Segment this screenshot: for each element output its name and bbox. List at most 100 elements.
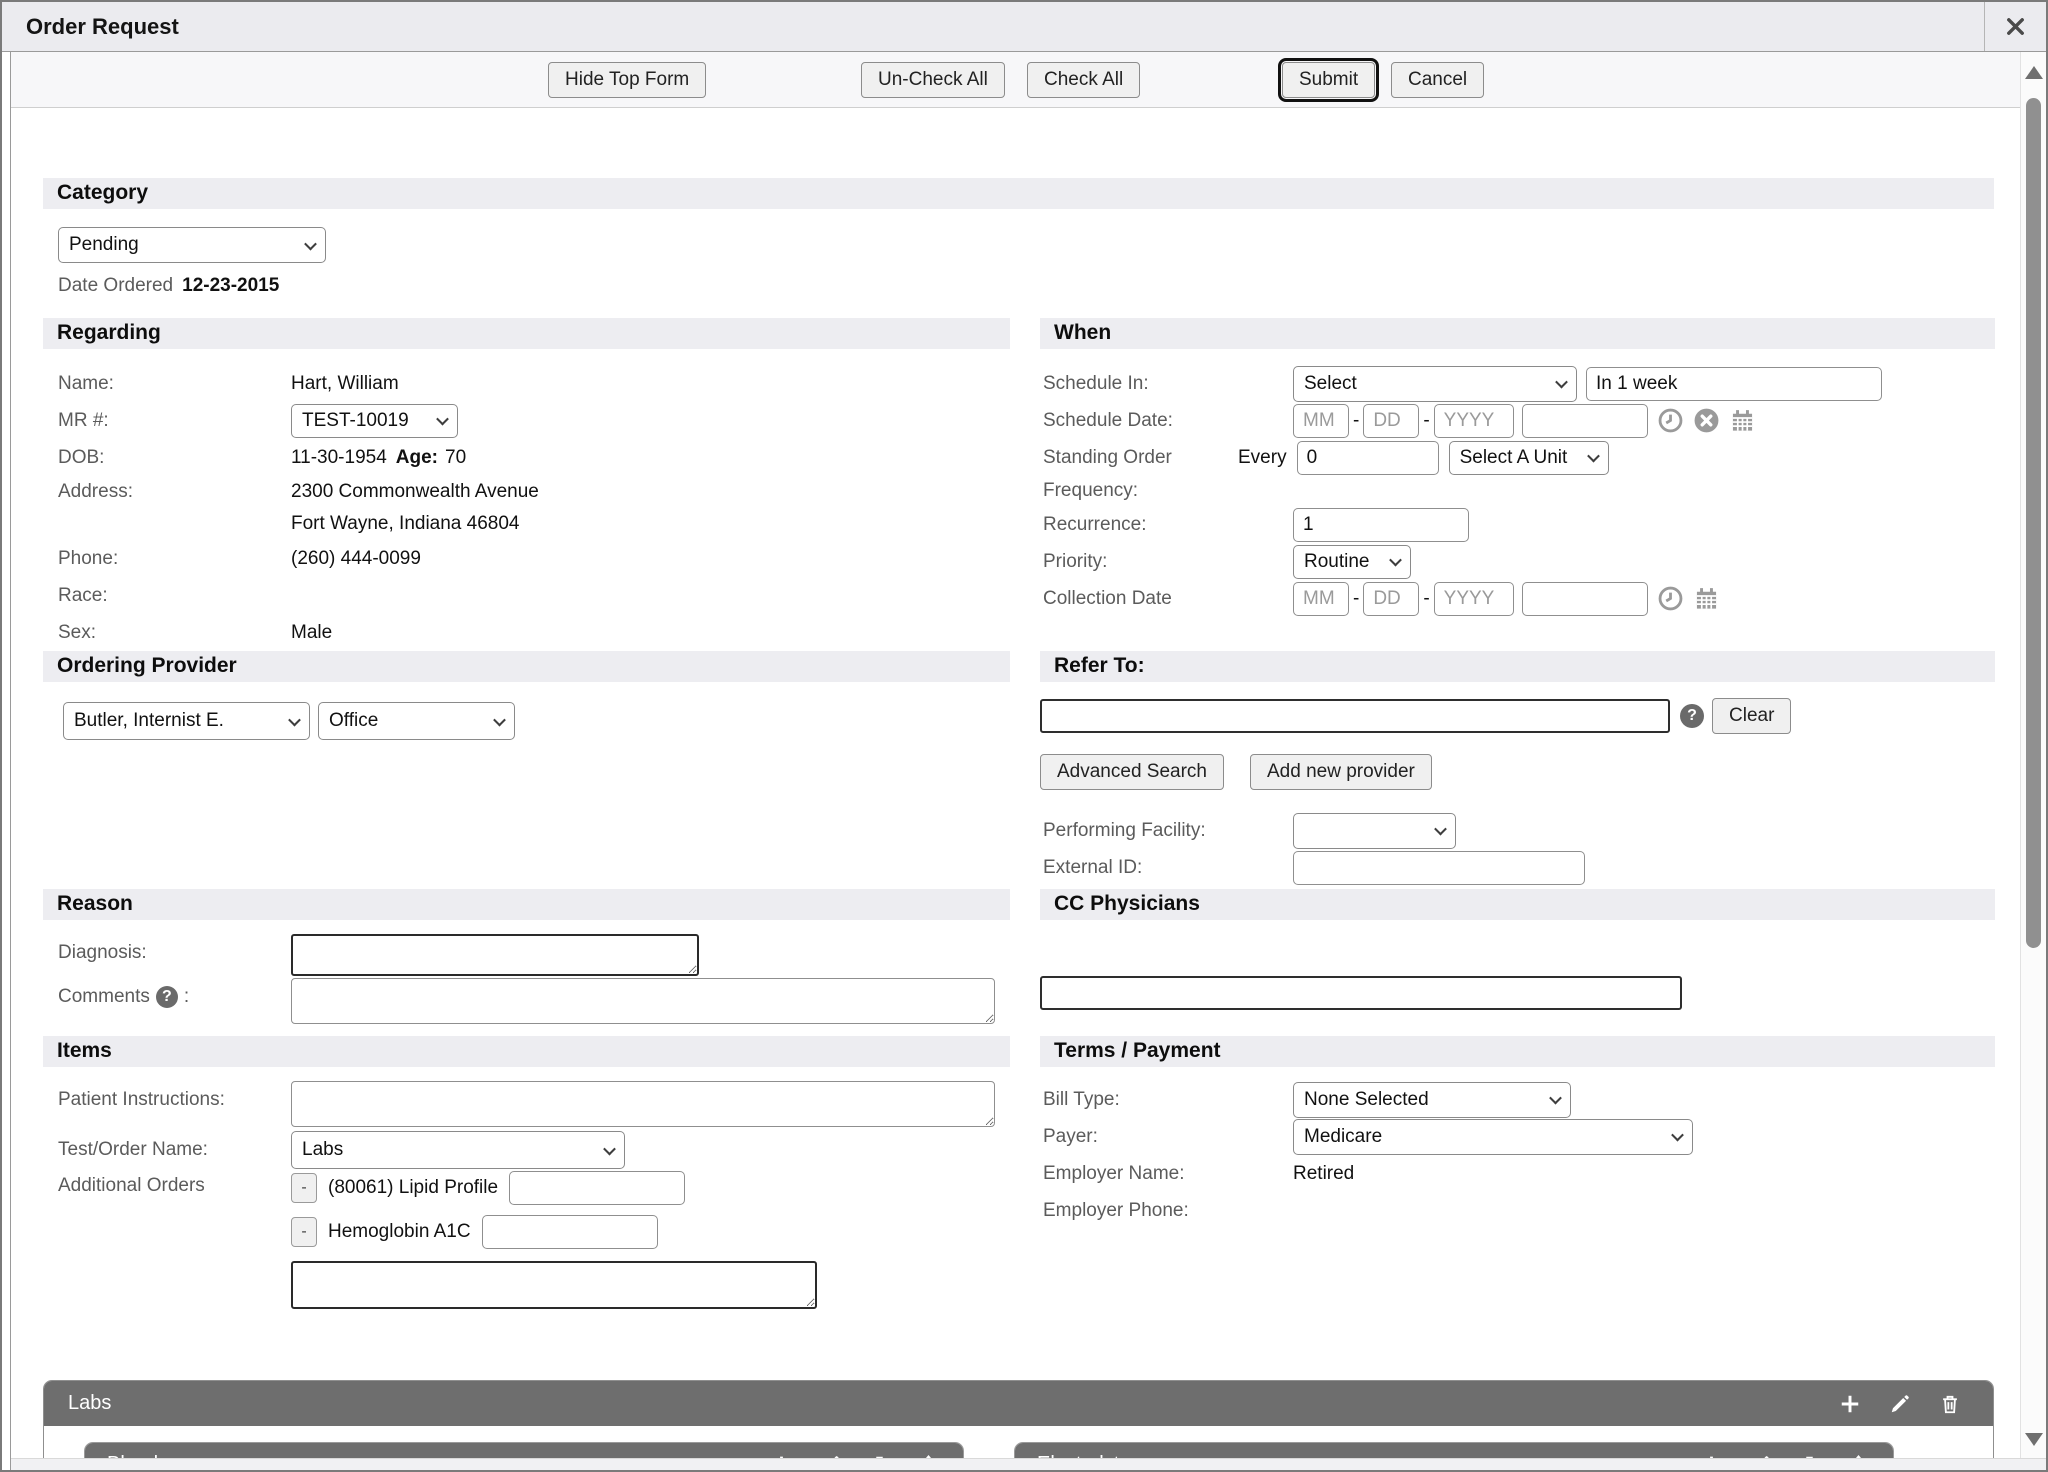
order-item-input[interactable] bbox=[482, 1215, 658, 1249]
collection-date-yyyy-input[interactable] bbox=[1434, 582, 1514, 616]
check-all-button[interactable]: Check All bbox=[1027, 62, 1140, 98]
chevron-down-icon bbox=[603, 1142, 616, 1155]
collection-time-button[interactable] bbox=[1657, 585, 1684, 612]
question-mark-icon: ? bbox=[162, 988, 172, 1006]
dialog-title: Order Request bbox=[2, 14, 1984, 40]
chevron-down-icon bbox=[493, 713, 506, 726]
labs-panel-header: Labs bbox=[44, 1381, 1993, 1426]
scroll-up-arrow-icon[interactable] bbox=[2025, 66, 2043, 79]
sex-value: Male bbox=[291, 622, 332, 644]
ordering-provider-select[interactable]: Butler, Internist E. bbox=[63, 702, 310, 740]
schedule-date-clear-button[interactable] bbox=[1693, 407, 1720, 434]
chevron-down-icon bbox=[436, 413, 449, 426]
cancel-button[interactable]: Cancel bbox=[1391, 62, 1484, 98]
schedule-date-dd-input[interactable] bbox=[1363, 404, 1419, 438]
scrollbar-thumb[interactable] bbox=[2026, 98, 2041, 948]
patient-name: Hart, William bbox=[291, 373, 399, 395]
horizontal-scrollbar[interactable] bbox=[11, 1458, 2046, 1470]
external-id-input[interactable] bbox=[1293, 851, 1585, 885]
phone-label: Phone: bbox=[58, 548, 291, 570]
bill-type-select[interactable]: None Selected bbox=[1293, 1082, 1571, 1118]
collection-date-time-input[interactable] bbox=[1522, 582, 1648, 616]
schedule-time-button[interactable] bbox=[1657, 407, 1684, 434]
provider-location-select[interactable]: Office bbox=[318, 702, 515, 740]
uncheck-all-button[interactable]: Un-Check All bbox=[861, 62, 1005, 98]
diagnosis-textarea[interactable] bbox=[291, 934, 699, 976]
additional-orders-label: Additional Orders bbox=[58, 1171, 291, 1197]
refer-to-section: Refer To: ? Clear Advanced Search Add ne… bbox=[1040, 651, 1995, 889]
refer-to-search-input[interactable] bbox=[1040, 699, 1670, 733]
test-order-name-select[interactable]: Labs bbox=[291, 1131, 625, 1169]
address-label: Address: bbox=[58, 481, 291, 503]
calendar-icon bbox=[1729, 407, 1756, 434]
schedule-date-yyyy-input[interactable] bbox=[1434, 404, 1514, 438]
regarding-section: Regarding Name:Hart, William MR #: TEST-… bbox=[43, 318, 1010, 651]
payer-select[interactable]: Medicare bbox=[1293, 1119, 1693, 1155]
age-value: 70 bbox=[445, 447, 466, 469]
remove-order-button[interactable]: - bbox=[291, 1173, 317, 1203]
scroll-down-arrow-icon[interactable] bbox=[2025, 1433, 2043, 1446]
edit-pencil-icon[interactable] bbox=[1889, 1393, 1911, 1415]
provider-location-value: Office bbox=[329, 710, 378, 732]
collection-date-dd-input[interactable] bbox=[1363, 582, 1419, 616]
comments-help-button[interactable]: ? bbox=[156, 986, 178, 1008]
x-circle-icon bbox=[1693, 407, 1720, 434]
category-header: Category bbox=[43, 178, 1994, 209]
advanced-search-button[interactable]: Advanced Search bbox=[1040, 754, 1224, 790]
cc-physicians-input[interactable] bbox=[1040, 976, 1682, 1010]
comments-label: Comments bbox=[58, 986, 150, 1008]
add-new-provider-button[interactable]: Add new provider bbox=[1250, 754, 1432, 790]
collection-date-mm-input[interactable] bbox=[1293, 582, 1349, 616]
bill-type-label: Bill Type: bbox=[1043, 1089, 1293, 1111]
schedule-date-mm-input[interactable] bbox=[1293, 404, 1349, 438]
add-icon[interactable] bbox=[1839, 1393, 1861, 1415]
refer-to-clear-button[interactable]: Clear bbox=[1712, 698, 1791, 734]
race-label: Race: bbox=[58, 585, 291, 607]
schedule-in-text-input[interactable] bbox=[1586, 367, 1882, 401]
standing-order-unit-select[interactable]: Select A Unit bbox=[1449, 441, 1609, 475]
recurrence-input[interactable] bbox=[1293, 508, 1469, 542]
additional-orders-textarea[interactable] bbox=[291, 1261, 817, 1309]
category-select[interactable]: Pending bbox=[58, 227, 326, 263]
close-button[interactable] bbox=[1984, 2, 2046, 51]
items-header: Items bbox=[43, 1036, 1010, 1067]
chevron-down-icon bbox=[1389, 554, 1402, 567]
priority-label: Priority: bbox=[1043, 551, 1293, 573]
priority-select[interactable]: Routine bbox=[1293, 545, 1411, 579]
patient-instructions-textarea[interactable] bbox=[291, 1081, 995, 1127]
standing-order-every-input[interactable] bbox=[1297, 441, 1439, 475]
schedule-date-time-input[interactable] bbox=[1522, 404, 1648, 438]
phone-value: (260) 444-0099 bbox=[291, 548, 421, 570]
dob-value: 11-30-1954 bbox=[291, 447, 387, 469]
vertical-scrollbar[interactable] bbox=[2020, 52, 2046, 1470]
employer-phone-label: Employer Phone: bbox=[1043, 1200, 1293, 1222]
close-icon bbox=[2004, 15, 2027, 38]
schedule-date-label: Schedule Date: bbox=[1043, 410, 1293, 432]
chevron-down-icon bbox=[288, 713, 301, 726]
terms-payment-section: Terms / Payment Bill Type: None Selected… bbox=[1040, 1036, 1995, 1362]
schedule-in-select[interactable]: Select bbox=[1293, 366, 1577, 402]
mr-number-select[interactable]: TEST-10019 bbox=[291, 404, 458, 438]
comments-textarea[interactable] bbox=[291, 978, 995, 1024]
refer-to-help-button[interactable]: ? bbox=[1680, 704, 1704, 728]
date-ordered-value: 12-23-2015 bbox=[182, 275, 279, 297]
order-item-input[interactable] bbox=[509, 1171, 685, 1205]
payer-label: Payer: bbox=[1043, 1126, 1293, 1148]
submit-button[interactable]: Submit bbox=[1282, 62, 1375, 98]
schedule-date-calendar-button[interactable] bbox=[1729, 407, 1756, 434]
delete-trash-icon[interactable] bbox=[1939, 1393, 1961, 1415]
hide-top-form-button[interactable]: Hide Top Form bbox=[548, 62, 706, 98]
payer-value: Medicare bbox=[1304, 1126, 1382, 1148]
when-section: When Schedule In: Select Schedule Date: bbox=[1040, 318, 1995, 651]
remove-order-button[interactable]: - bbox=[291, 1217, 317, 1247]
collection-date-label: Collection Date bbox=[1043, 588, 1293, 610]
date-ordered-label: Date Ordered bbox=[58, 275, 173, 297]
items-section: Items Patient Instructions: Test/Order N… bbox=[43, 1036, 1010, 1362]
scroll-content: Hide Top Form Un-Check All Check All Sub… bbox=[11, 52, 2020, 1470]
ordering-provider-section: Ordering Provider Butler, Internist E. O… bbox=[43, 651, 1010, 889]
test-order-name-value: Labs bbox=[302, 1139, 343, 1161]
performing-facility-select[interactable] bbox=[1293, 813, 1456, 849]
collection-date-calendar-button[interactable] bbox=[1693, 585, 1720, 612]
chevron-down-icon bbox=[1555, 376, 1568, 389]
cc-physicians-header: CC Physicians bbox=[1040, 889, 1995, 920]
